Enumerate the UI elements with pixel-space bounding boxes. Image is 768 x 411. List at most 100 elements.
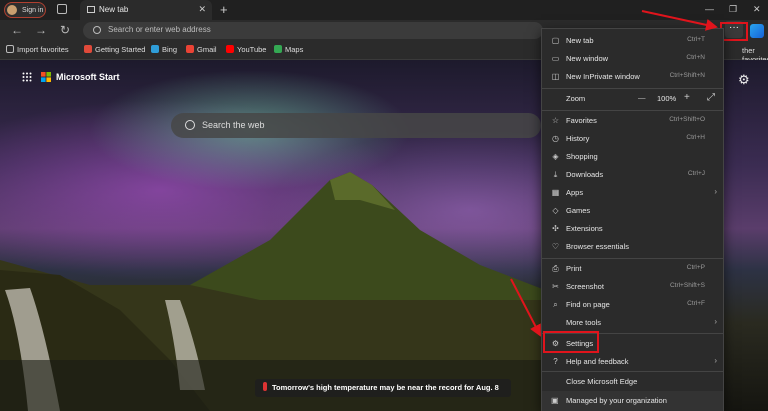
search-icon — [185, 120, 195, 130]
menu-item-close-edge[interactable]: Close Microsoft Edge — [542, 374, 723, 390]
menu-label: Games — [566, 206, 591, 215]
menu-item-print[interactable]: ⎙ Print Ctrl+P — [542, 261, 723, 277]
menu-label: History — [566, 134, 590, 143]
favorite-label: Gmail — [197, 45, 217, 54]
refresh-button[interactable]: ↻ — [60, 23, 70, 37]
forward-button[interactable]: → — [35, 23, 47, 37]
new-tab-icon: ▢ — [551, 36, 560, 45]
favorite-youtube[interactable]: YouTube — [226, 45, 266, 54]
menu-item-zoom: Zoom — 100% + ⤢ — [542, 91, 723, 107]
close-tab-icon[interactable]: ✕ — [198, 4, 206, 15]
shopping-icon: ◈ — [552, 152, 559, 161]
tab-actions-icon[interactable] — [57, 4, 67, 14]
apps-grid-icon[interactable] — [22, 72, 32, 82]
star-icon: ☆ — [551, 116, 560, 125]
menu-label: Screenshot — [566, 282, 604, 291]
fullscreen-icon[interactable]: ⤢ — [707, 92, 715, 103]
menu-item-find-on-page[interactable]: ⌕ Find on page Ctrl+F — [542, 297, 723, 313]
menu-label: Apps — [566, 188, 584, 197]
menu-divider — [542, 258, 723, 259]
sign-in-label: Sign in — [22, 7, 44, 14]
zoom-level: 100% — [657, 94, 677, 103]
new-tab-button[interactable]: + — [220, 2, 228, 17]
favorite-bing[interactable]: Bing — [151, 45, 177, 54]
heart-icon: ♡ — [551, 242, 560, 251]
address-bar[interactable]: Search or enter web address — [83, 22, 543, 39]
inprivate-icon: ◫ — [551, 72, 560, 81]
menu-label: Favorites — [566, 116, 597, 125]
close-window-button[interactable]: ✕ — [753, 4, 761, 15]
menu-item-games[interactable]: ◇ Games — [542, 203, 723, 219]
weather-banner[interactable]: Tomorrow's high temperature may be near … — [255, 379, 511, 397]
menu-shortcut: Ctrl+Shift+N — [669, 72, 705, 79]
getting-started-icon — [84, 45, 92, 53]
menu-item-extensions[interactable]: ✣ Extensions — [542, 221, 723, 237]
menu-label: Downloads — [566, 170, 604, 179]
menu-label: New InPrivate window — [566, 72, 640, 81]
zoom-label: Zoom — [566, 94, 586, 103]
briefcase-icon: ▣ — [551, 396, 559, 405]
menu-item-new-tab[interactable]: ▢ New tab Ctrl+T — [542, 33, 723, 49]
menu-label: New tab — [566, 36, 594, 45]
zoom-in-button[interactable]: + — [684, 92, 690, 103]
web-search-box[interactable]: Search the web — [171, 113, 541, 138]
favorite-maps[interactable]: Maps — [274, 45, 303, 54]
microsoft-logo-icon — [41, 72, 51, 82]
brand-title: Microsoft Start — [56, 72, 120, 82]
managed-by-organization[interactable]: ▣ Managed by your organization — [542, 391, 723, 411]
bing-icon — [151, 45, 159, 53]
favorite-label: Bing — [162, 45, 178, 54]
tab-new-tab[interactable]: New tab ✕ — [80, 0, 212, 20]
tab-title: New tab — [99, 5, 129, 14]
menu-shortcut: Ctrl+Shift+O — [669, 116, 705, 123]
restore-button[interactable]: ❐ — [729, 4, 737, 15]
weather-text: Tomorrow's high temperature may be near … — [272, 383, 499, 392]
favorite-getting-started[interactable]: Getting Started — [84, 45, 145, 54]
maps-icon — [274, 45, 282, 53]
menu-divider — [542, 371, 723, 372]
new-tab-favicon-icon — [87, 6, 95, 13]
menu-shortcut: Ctrl+P — [686, 264, 705, 271]
menu-shortcut: Ctrl+N — [686, 54, 705, 61]
search-placeholder: Search the web — [202, 120, 265, 130]
menu-label: Extensions — [566, 224, 603, 233]
download-icon: ⤓ — [553, 170, 558, 179]
menu-item-favorites[interactable]: ☆ Favorites Ctrl+Shift+O — [542, 113, 723, 129]
menu-item-inprivate[interactable]: ◫ New InPrivate window Ctrl+Shift+N — [542, 69, 723, 85]
menu-label: Shopping — [566, 152, 598, 161]
menu-item-browser-essentials[interactable]: ♡ Browser essentials — [542, 239, 723, 255]
menu-item-downloads[interactable]: ⤓ Downloads Ctrl+J — [542, 167, 723, 183]
apps-icon: ▦ — [551, 188, 560, 197]
sign-in-button[interactable]: Sign in — [4, 2, 46, 18]
menu-label: New window — [566, 54, 609, 63]
favorite-label: Maps — [285, 45, 304, 54]
print-icon: ⎙ — [552, 264, 559, 273]
menu-item-new-window[interactable]: ▭ New window Ctrl+N — [542, 51, 723, 67]
menu-shortcut: Ctrl+J — [687, 170, 705, 177]
menu-item-history[interactable]: ◷ History Ctrl+H — [542, 131, 723, 147]
favorite-gmail[interactable]: Gmail — [186, 45, 217, 54]
minimize-button[interactable]: — — [705, 4, 714, 14]
favorite-import[interactable]: Import favorites — [6, 45, 69, 54]
menu-item-apps[interactable]: ▦ Apps › — [542, 185, 723, 201]
back-button[interactable]: ← — [11, 23, 23, 37]
screenshot-icon: ✂ — [552, 282, 559, 291]
menu-shortcut: Ctrl+T — [687, 36, 705, 43]
menu-item-shopping[interactable]: ◈ Shopping — [542, 149, 723, 165]
find-icon: ⌕ — [553, 300, 558, 309]
menu-shortcut: Ctrl+Shift+S — [669, 282, 705, 289]
menu-shortcut: Ctrl+H — [686, 134, 705, 141]
menu-label: Close Microsoft Edge — [566, 377, 638, 386]
address-placeholder: Search or enter web address — [108, 25, 211, 34]
page-settings-gear-icon[interactable]: ⚙ — [738, 72, 750, 88]
menu-item-more-tools[interactable]: More tools › — [542, 315, 723, 331]
copilot-icon[interactable] — [750, 24, 764, 38]
help-icon: ? — [553, 357, 558, 366]
gmail-icon — [186, 45, 194, 53]
menu-item-help-feedback[interactable]: ? Help and feedback › — [542, 354, 723, 370]
avatar-icon — [7, 5, 17, 15]
menu-item-screenshot[interactable]: ✂ Screenshot Ctrl+Shift+S — [542, 279, 723, 295]
settings-and-more-menu: ▢ New tab Ctrl+T ▭ New window Ctrl+N ◫ New In… — [541, 28, 724, 411]
zoom-out-button[interactable]: — — [638, 93, 646, 102]
favorite-label: Getting Started — [95, 45, 146, 54]
